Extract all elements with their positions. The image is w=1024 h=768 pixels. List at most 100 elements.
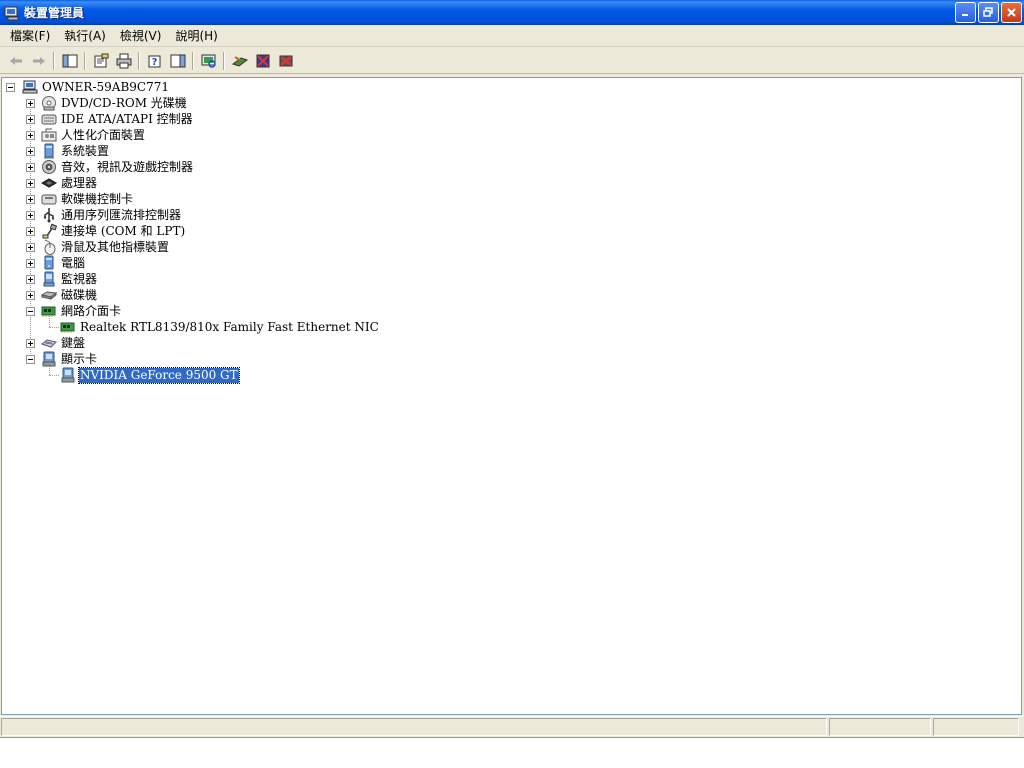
- menu-view[interactable]: 檢視(V): [113, 25, 169, 46]
- menu-action[interactable]: 執行(A): [57, 25, 113, 46]
- display-adapter-icon: [42, 351, 56, 367]
- console-tree-button[interactable]: [58, 50, 81, 72]
- expand-toggle[interactable]: [26, 195, 35, 204]
- expand-toggle[interactable]: [26, 179, 35, 188]
- update-driver-icon: [231, 55, 248, 67]
- usb-icon: [43, 208, 54, 223]
- tree-item-ide-controller[interactable]: IDE ATA/ATAPI 控制器: [41, 111, 194, 127]
- uninstall-device-button[interactable]: [274, 50, 297, 72]
- tree-item-dvd-cdrom[interactable]: DVD/CD-ROM 光碟機: [41, 95, 188, 111]
- scan-hardware-button[interactable]: [197, 50, 220, 72]
- expand-toggle[interactable]: [26, 99, 35, 108]
- monitor-icon: [43, 271, 55, 287]
- tree-item-system-devices[interactable]: 系統裝置: [41, 143, 110, 159]
- root-collapse-toggle[interactable]: [6, 83, 15, 92]
- console-tree-icon: [62, 54, 77, 67]
- bottom-blank-area: [0, 737, 1024, 768]
- expand-toggle[interactable]: [26, 163, 35, 172]
- restore-icon: [983, 7, 993, 17]
- expand-toggle[interactable]: [26, 291, 35, 300]
- tree-item-label: 通用序列匯流排控制器: [61, 207, 182, 222]
- tree-item-computer[interactable]: 電腦: [41, 255, 86, 271]
- menu-help[interactable]: 說明(H): [168, 25, 224, 46]
- expand-toggle[interactable]: [26, 115, 35, 124]
- tree-root[interactable]: OWNER-59AB9C771: [22, 79, 170, 95]
- device-manager-icon: [4, 6, 19, 20]
- disable-device-icon: [256, 54, 269, 67]
- status-panel: [933, 718, 1019, 736]
- menu-bar: 檔案(F) 執行(A) 檢視(V) 說明(H): [0, 25, 1024, 47]
- expand-toggle[interactable]: [26, 147, 35, 156]
- properties-button[interactable]: [89, 50, 112, 72]
- close-button[interactable]: [1001, 2, 1022, 23]
- tree-item-keyboard[interactable]: 鍵盤: [41, 335, 86, 351]
- tree-item-hid[interactable]: 人性化介面裝置: [41, 127, 146, 143]
- tree-item-label: 電腦: [61, 255, 86, 270]
- expand-toggle[interactable]: [26, 259, 35, 268]
- display-card-icon: [61, 367, 75, 383]
- status-panel: [829, 718, 931, 736]
- keyboard-icon: [41, 339, 57, 348]
- device-tree-pane[interactable]: OWNER-59AB9C771 DVD/CD-ROM 光碟機 IDE ATA/A…: [1, 77, 1022, 715]
- port-icon: [42, 223, 57, 239]
- close-icon: [1007, 8, 1016, 17]
- show-hide-button[interactable]: [166, 50, 189, 72]
- expand-toggle[interactable]: [26, 243, 35, 252]
- tree-item-processor[interactable]: 處理器: [41, 175, 98, 191]
- properties-icon: [94, 53, 108, 67]
- back-arrow-icon: [9, 56, 22, 65]
- tree-item-label: 顯示卡: [61, 351, 98, 366]
- tree-item-label: 系統裝置: [61, 143, 110, 158]
- expand-toggle[interactable]: [26, 211, 35, 220]
- title-bar[interactable]: 裝置管理員: [0, 0, 1024, 25]
- tree-item-label: 鍵盤: [61, 335, 86, 350]
- toolbar-separator: [84, 51, 86, 70]
- tree-item-usb[interactable]: 通用序列匯流排控制器: [41, 207, 182, 223]
- minimize-button[interactable]: [955, 2, 976, 23]
- minimize-icon: [962, 14, 968, 16]
- tree-item-network-adapters[interactable]: 網路介面卡: [41, 303, 122, 319]
- tree-item-label: Realtek RTL8139/810x Family Fast Etherne…: [80, 319, 379, 334]
- tree-item-sound[interactable]: 音效，視訊及遊戲控制器: [41, 159, 194, 175]
- help-button[interactable]: ?: [143, 50, 166, 72]
- tree-item-mouse[interactable]: 滑鼠及其他指標裝置: [41, 239, 170, 255]
- update-driver-button[interactable]: [228, 50, 251, 72]
- forward-button[interactable]: [27, 50, 50, 72]
- cdrom-icon: [42, 96, 56, 111]
- disable-device-button[interactable]: [251, 50, 274, 72]
- collapse-toggle[interactable]: [26, 307, 35, 316]
- tree-item-display-adapters[interactable]: 顯示卡: [41, 351, 98, 367]
- scan-hardware-icon: [201, 54, 216, 68]
- toolbar-separator: [53, 51, 55, 70]
- tree-item-nvidia-geforce[interactable]: NVIDIA GeForce 9500 GT: [60, 366, 240, 384]
- tree-item-ports[interactable]: 連接埠 (COM 和 LPT): [41, 223, 186, 239]
- status-bar: [0, 716, 1024, 736]
- tree-item-floppy-controller[interactable]: 軟碟機控制卡: [41, 191, 134, 207]
- toolbar: ?: [0, 48, 1024, 74]
- expand-toggle[interactable]: [26, 227, 35, 236]
- toolbar-separator: [223, 51, 225, 70]
- show-hide-icon: [170, 54, 185, 67]
- tree-item-disk-drives[interactable]: 磁碟機: [41, 287, 98, 303]
- restore-button[interactable]: [978, 2, 999, 23]
- tree-item-label: IDE ATA/ATAPI 控制器: [61, 111, 193, 126]
- tree-connector-line: [49, 327, 59, 328]
- tree-item-label: 磁碟機: [61, 287, 98, 302]
- hid-icon: [41, 128, 57, 142]
- print-button[interactable]: [112, 50, 135, 72]
- menu-file[interactable]: 檔案(F): [3, 25, 57, 46]
- back-button[interactable]: [4, 50, 27, 72]
- mouse-icon: [44, 239, 56, 255]
- expand-toggle[interactable]: [26, 339, 35, 348]
- tree-item-monitor[interactable]: 監視器: [41, 271, 98, 287]
- collapse-toggle[interactable]: [26, 355, 35, 364]
- expand-toggle[interactable]: [26, 131, 35, 140]
- status-panel-main: [1, 718, 827, 736]
- tree-item-label: 處理器: [61, 175, 98, 190]
- tree-connector-line: [49, 375, 59, 376]
- expand-toggle[interactable]: [26, 275, 35, 284]
- uninstall-device-icon: [279, 55, 292, 66]
- ide-controller-icon: [41, 114, 57, 125]
- tree-item-realtek-nic[interactable]: Realtek RTL8139/810x Family Fast Etherne…: [60, 319, 380, 335]
- sound-icon: [42, 160, 56, 174]
